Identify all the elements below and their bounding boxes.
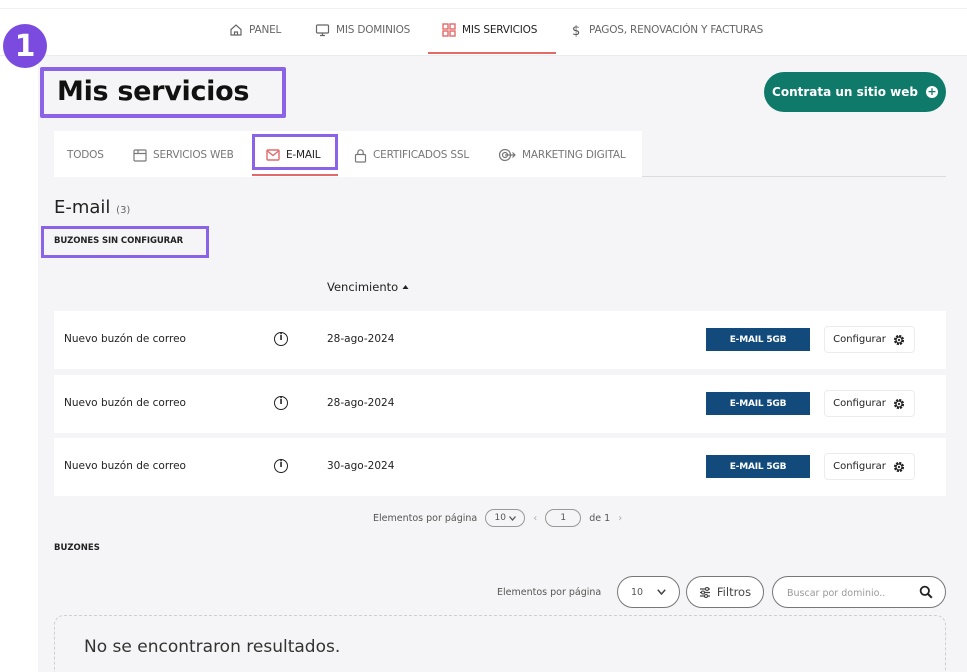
highlight-box-title <box>40 67 286 118</box>
cta-label: Contrata un sitio web <box>772 85 918 99</box>
expiration-date: 28-ago-2024 <box>327 333 395 345</box>
info-icon[interactable]: i <box>274 459 288 473</box>
section-title: E-mail (3) <box>54 197 130 218</box>
svg-text:$: $ <box>572 24 580 37</box>
sliders-icon <box>699 586 710 598</box>
tabs-divider <box>642 176 946 177</box>
per-page-label: Elementos por página <box>497 587 602 598</box>
mailbox-name: Nuevo buzón de correo <box>64 460 186 472</box>
plan-badge: E-MAIL 5GB <box>706 455 810 478</box>
configure-button[interactable]: Configurar <box>824 390 915 417</box>
prev-page-icon[interactable]: ‹ <box>533 513 537 524</box>
lock-icon <box>354 148 367 163</box>
mailbox-name: Nuevo buzón de correo <box>64 397 186 409</box>
section-count: (3) <box>116 205 131 216</box>
configure-button[interactable]: Configurar <box>824 453 915 480</box>
nav-label: PAGOS, RENOVACIÓN Y FACTURAS <box>589 24 764 36</box>
page-input[interactable]: 1 <box>545 509 582 527</box>
domain-search <box>772 576 946 608</box>
empty-results-panel: No se encontraron resultados. <box>54 615 946 672</box>
filters-label: Filtros <box>716 585 752 599</box>
top-divider <box>0 8 967 9</box>
column-header-label: Vencimiento <box>327 280 399 294</box>
table-row: Nuevo buzón de correo i 28-ago-2024 E-MA… <box>54 375 946 433</box>
expiration-date: 28-ago-2024 <box>327 397 395 409</box>
top-nav: PANEL MIS DOMINIOS MIS SERVICIOS $ PAGOS… <box>0 0 967 56</box>
per-page-select[interactable]: 10 <box>485 509 526 527</box>
per-page-select[interactable]: 10 <box>617 576 680 608</box>
configure-button[interactable]: Configurar <box>824 326 915 353</box>
highlight-box-email-tab <box>252 134 338 170</box>
tab-label: SERVICIOS WEB <box>153 149 234 161</box>
table-row: Nuevo buzón de correo i 28-ago-2024 E-MA… <box>54 311 946 369</box>
column-header-vencimiento[interactable]: Vencimiento <box>327 280 409 294</box>
active-nav-underline <box>428 52 556 54</box>
highlight-box-unconfigured <box>41 226 209 258</box>
active-tab-underline <box>252 174 338 176</box>
gear-icon <box>893 398 904 409</box>
plan-badge: E-MAIL 5GB <box>706 328 810 351</box>
expiration-date: 30-ago-2024 <box>327 460 395 472</box>
per-page-value: 10 <box>630 586 644 598</box>
configure-label: Configurar <box>833 461 886 472</box>
page-of-label: de 1 <box>589 512 611 524</box>
tab-certificados-ssl[interactable]: CERTIFICADOS SSL <box>354 147 469 163</box>
configure-label: Configurar <box>833 334 886 345</box>
dollar-icon: $ <box>572 24 580 37</box>
gear-icon <box>893 334 904 345</box>
info-icon[interactable]: i <box>274 396 288 410</box>
nav-label: MIS DOMINIOS <box>336 24 411 36</box>
tab-label: CERTIFICADOS SSL <box>373 149 469 161</box>
mailboxes-section-title: BUZONES <box>54 543 100 553</box>
search-input[interactable] <box>787 585 913 601</box>
tab-marketing-digital[interactable]: MARKETING DIGITAL <box>498 147 626 163</box>
nav-item-panel[interactable]: PANEL <box>229 20 281 40</box>
nav-item-mis-servicios[interactable]: MIS SERVICIOS <box>442 20 537 40</box>
per-page-label: Elementos por página <box>373 512 478 524</box>
info-icon[interactable]: i <box>274 332 288 346</box>
gear-icon <box>893 461 904 472</box>
plus-circle-icon: + <box>925 85 938 98</box>
filters-button[interactable]: Filtros <box>686 576 764 608</box>
tab-label: MARKETING DIGITAL <box>522 149 626 161</box>
empty-results-message: No se encontraron resultados. <box>84 637 341 657</box>
tab-todos[interactable]: TODOS <box>67 147 104 163</box>
browser-icon <box>133 148 147 162</box>
sort-up-icon <box>402 285 409 289</box>
chevron-down-icon <box>657 589 666 595</box>
target-icon <box>498 148 516 162</box>
nav-item-pagos[interactable]: $ PAGOS, RENOVACIÓN Y FACTURAS <box>571 20 763 40</box>
pagination: Elementos por página 10 ‹ 1 de 1 › <box>373 508 622 528</box>
search-icon[interactable] <box>919 585 933 599</box>
plan-badge: E-MAIL 5GB <box>706 392 810 415</box>
tab-label: TODOS <box>67 149 104 161</box>
chevron-down-icon <box>508 515 516 521</box>
table-row: Nuevo buzón de correo i 30-ago-2024 E-MA… <box>54 438 946 496</box>
step-badge: 1 <box>3 24 47 68</box>
tab-servicios-web[interactable]: SERVICIOS WEB <box>133 147 234 163</box>
mailbox-name: Nuevo buzón de correo <box>64 333 186 345</box>
nav-item-mis-dominios[interactable]: MIS DOMINIOS <box>315 20 410 40</box>
configure-label: Configurar <box>833 398 886 409</box>
next-page-icon[interactable]: › <box>618 513 622 524</box>
grid-icon <box>442 23 456 37</box>
per-page-value: 10 <box>494 513 506 523</box>
nav-label: PANEL <box>249 24 282 36</box>
home-icon <box>230 24 242 36</box>
nav-label: MIS SERVICIOS <box>462 24 538 36</box>
monitor-icon <box>315 24 330 37</box>
section-title-text: E-mail <box>54 197 111 218</box>
contract-website-button[interactable]: Contrata un sitio web + <box>764 72 946 112</box>
